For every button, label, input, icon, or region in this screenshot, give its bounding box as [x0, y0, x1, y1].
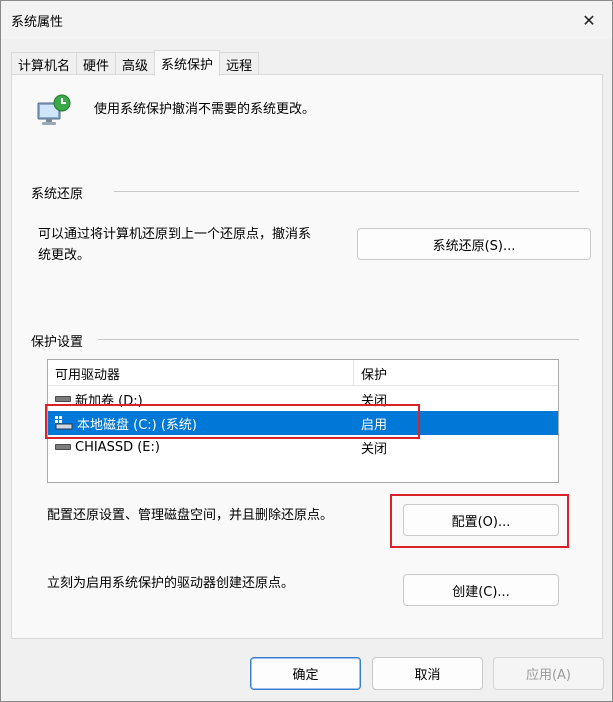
drive-status: 关闭 — [361, 393, 388, 409]
tab-label: 高级 — [122, 59, 149, 74]
title-bar: 系统属性 ✕ — [1, 1, 612, 39]
restore-description: 可以通过将计算机还原到上一个还原点，撤消系 统更改。 — [38, 224, 311, 266]
create-button[interactable]: 创建(C)... — [403, 574, 559, 606]
drive-row-e[interactable]: CHIASSD (E:) 关闭 — [48, 435, 558, 459]
restore-description-line: 可以通过将计算机还原到上一个还原点，撤消系 — [38, 227, 312, 242]
restore-group-divider — [114, 191, 579, 192]
tab-strip: 计算机名 硬件 高级 系统保护 远程 — [11, 50, 260, 76]
tab-label: 系统保护 — [161, 58, 214, 73]
apply-button[interactable]: 应用(A) — [493, 657, 604, 690]
protection-group-label: 保护设置 — [31, 331, 90, 350]
system-restore-button[interactable]: 系统还原(S)... — [357, 228, 591, 260]
system-properties-window: 系统属性 ✕ 计算机名 硬件 高级 系统保护 远程 使用系统保护撤消不需要的系统… — [0, 0, 613, 702]
restore-description-line: 统更改。 — [38, 248, 91, 263]
create-description: 立刻为启用系统保护的驱动器创建还原点。 — [47, 576, 295, 591]
column-header-protection[interactable]: 保护 — [354, 360, 558, 386]
drive-status: 启用 — [361, 417, 388, 433]
drive-name: 新加卷 (D:) — [75, 393, 143, 409]
tab-computer-name[interactable]: 计算机名 — [11, 52, 78, 76]
tab-label: 远程 — [226, 59, 253, 74]
drive-name-cell: 新加卷 (D:) — [55, 387, 143, 411]
tab-system-protection[interactable]: 系统保护 — [154, 50, 221, 76]
tab-label: 计算机名 — [18, 59, 71, 74]
drive-name: CHIASSD (E:) — [75, 439, 160, 455]
window-title: 系统属性 — [11, 15, 64, 30]
close-button[interactable]: ✕ — [566, 1, 612, 39]
configure-button[interactable]: 配置(O)... — [403, 504, 559, 536]
tab-panel: 使用系统保护撤消不需要的系统更改。 系统还原 可以通过将计算机还原到上一个还原点… — [11, 74, 603, 639]
drive-list[interactable]: 可用驱动器 保护 新加卷 (D:) 关闭 本地磁盘 (C:) (系统) 启用 C… — [47, 359, 559, 483]
drive-name: 本地磁盘 (C:) (系统) — [77, 417, 198, 433]
ok-button[interactable]: 确定 — [250, 657, 361, 690]
tab-advanced[interactable]: 高级 — [115, 52, 156, 76]
drive-name-cell: CHIASSD (E:) — [55, 435, 160, 459]
tab-label: 硬件 — [83, 59, 110, 74]
cancel-button[interactable]: 取消 — [372, 657, 483, 690]
protection-group-divider — [98, 339, 579, 340]
drive-icon — [55, 396, 71, 402]
system-protection-icon — [37, 94, 71, 125]
tab-remote[interactable]: 远程 — [219, 52, 260, 76]
column-header-drive[interactable]: 可用驱动器 — [48, 360, 353, 386]
configure-description: 配置还原设置、管理磁盘空间，并且删除还原点。 — [47, 508, 334, 523]
tab-hardware[interactable]: 硬件 — [76, 52, 117, 76]
drive-row-d[interactable]: 新加卷 (D:) 关闭 — [48, 387, 558, 411]
drive-icon — [55, 444, 71, 450]
intro-text: 使用系统保护撤消不需要的系统更改。 — [94, 102, 316, 117]
restore-group-label: 系统还原 — [31, 183, 90, 202]
drive-name-cell: 本地磁盘 (C:) (系统) — [55, 411, 197, 435]
system-drive-icon — [55, 416, 73, 430]
drive-row-c[interactable]: 本地磁盘 (C:) (系统) 启用 — [48, 411, 558, 435]
drive-list-header: 可用驱动器 保护 — [48, 360, 558, 386]
drive-status: 关闭 — [361, 441, 388, 457]
close-icon: ✕ — [582, 10, 596, 30]
